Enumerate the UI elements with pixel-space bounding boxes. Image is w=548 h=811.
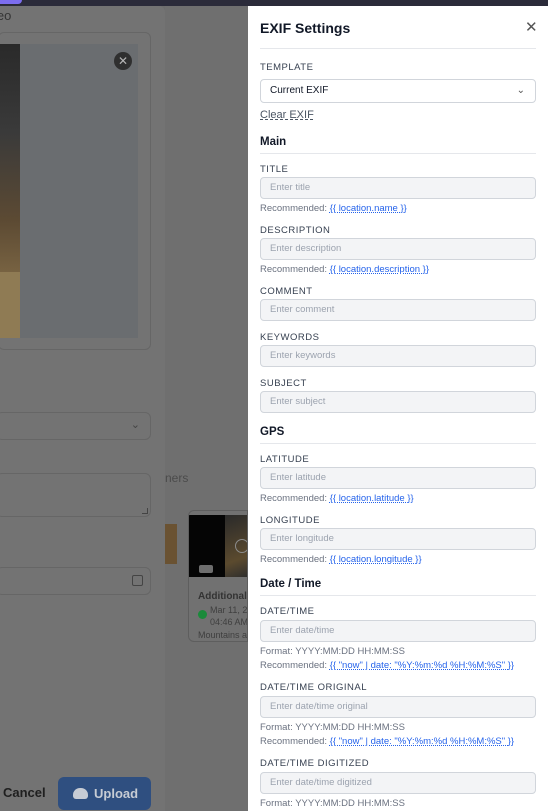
background-media-card: Additional Mar 11, 2 04:46 AM Mountains a [188,510,248,642]
datetime-recommended: Recommended: {{ "now" | date: "%Y:%m:%d … [260,660,515,671]
modal-select[interactable]: ⌄ [0,412,151,440]
title-recommended: Recommended: {{ location.name }} [260,203,407,214]
latitude-field[interactable]: Enter latitude [260,467,536,489]
template-label: TEMPLATE [260,62,314,73]
datetime-field[interactable]: Enter date/time [260,620,536,642]
description-recommended-template[interactable]: {{ location.description }} [330,264,429,275]
datetime-label: DATE/TIME [260,606,315,617]
longitude-recommended: Recommended: {{ location.longitude }} [260,554,422,565]
video-camera-icon [199,565,213,573]
datetime-original-field[interactable]: Enter date/time original [260,696,536,718]
longitude-label: LONGITUDE [260,515,320,526]
title-field[interactable]: Enter title [260,177,536,199]
comment-field[interactable]: Enter comment [260,299,536,321]
description-label: DESCRIPTION [260,225,331,236]
chevron-down-icon: ⌄ [130,419,140,431]
latitude-recommended-template[interactable]: {{ location.latitude }} [330,493,414,504]
longitude-recommended-template[interactable]: {{ location.longitude }} [330,554,422,565]
description-field[interactable]: Enter description [260,238,536,260]
clear-exif-link[interactable]: Clear EXIF [260,109,314,121]
modal-title: leo [0,8,12,23]
description-recommended: Recommended: {{ location.description }} [260,264,429,275]
datetime-digitized-format: Format: YYYY:MM:DD HH:MM:SS [260,798,405,809]
card-title: Additional [198,591,247,602]
card-date: Mar 11, 2 04:46 AM [210,605,248,627]
exif-settings-panel: EXIF Settings ✕ TEMPLATE Current EXIF ⌄ … [248,6,548,811]
upload-button[interactable]: Upload [58,777,151,810]
card-location: Mountains a [198,630,248,640]
modal-textarea[interactable] [0,473,151,517]
datetime-original-recommended: Recommended: {{ "now" | date: "%Y:%m:%d … [260,736,515,747]
modal-date-input[interactable] [0,567,151,595]
background-tab-label: ners [165,471,189,485]
play-icon [235,539,247,553]
latitude-recommended: Recommended: {{ location.latitude }} [260,493,414,504]
resize-handle-icon[interactable] [142,508,148,514]
cancel-button[interactable]: Cancel [3,785,46,800]
datetime-original-label: DATE/TIME ORIGINAL [260,682,368,693]
longitude-field[interactable]: Enter longitude [260,528,536,550]
datetime-digitized-field[interactable]: Enter date/time digitized [260,772,536,794]
background-app: ners [165,6,248,811]
video-thumbnail [189,515,247,577]
background-thumbnail [165,524,177,564]
divider [260,153,536,154]
divider [260,48,536,49]
title-label: TITLE [260,164,289,175]
keywords-label: KEYWORDS [260,332,320,343]
media-preview [0,44,138,338]
datetime-original-recommended-template[interactable]: {{ "now" | date: "%Y:%m:%d %H:%M:%S" }} [330,736,514,747]
subject-field[interactable]: Enter subject [260,391,536,413]
template-select-value: Current EXIF [270,85,329,96]
panel-title: EXIF Settings [260,20,351,36]
template-select[interactable]: Current EXIF ⌄ [260,79,536,103]
section-datetime: Date / Time [260,578,322,590]
upload-modal: leo ✕ ⌄ Cancel Upload [0,6,165,811]
section-main: Main [260,136,287,148]
calendar-icon[interactable] [132,575,143,586]
top-bar-accent [0,0,22,4]
upload-button-label: Upload [94,786,139,801]
chevron-down-icon: ⌄ [516,85,525,96]
datetime-recommended-template[interactable]: {{ "now" | date: "%Y:%m:%d %H:%M:%S" }} [330,660,514,671]
datetime-digitized-label: DATE/TIME DIGITIZED [260,758,370,769]
divider [260,443,536,444]
keywords-field[interactable]: Enter keywords [260,345,536,367]
title-recommended-template[interactable]: {{ location.name }} [330,203,407,214]
close-icon[interactable]: ✕ [525,20,538,35]
datetime-format: Format: YYYY:MM:DD HH:MM:SS [260,646,405,657]
latitude-label: LATITUDE [260,454,310,465]
subject-label: SUBJECT [260,378,307,389]
section-gps: GPS [260,426,285,438]
comment-label: COMMENT [260,286,313,297]
divider [260,595,536,596]
cloud-upload-icon [73,788,88,799]
check-circle-icon [198,610,207,619]
remove-media-icon[interactable]: ✕ [114,52,132,70]
datetime-original-format: Format: YYYY:MM:DD HH:MM:SS [260,722,405,733]
